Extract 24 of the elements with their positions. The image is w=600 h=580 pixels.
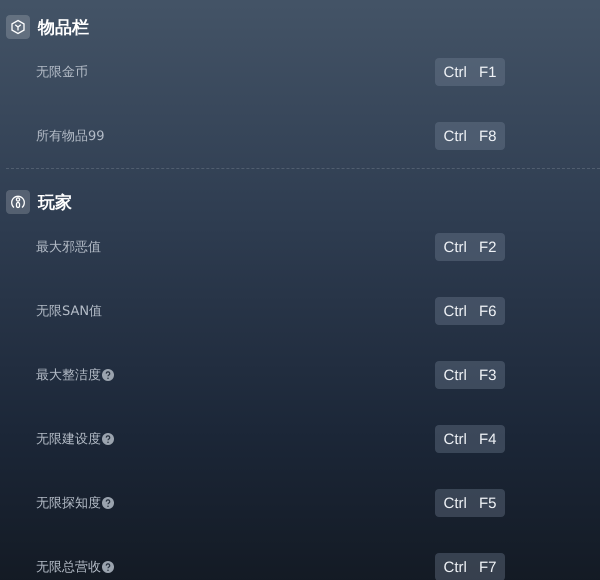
help-icon[interactable]	[102, 561, 114, 573]
help-icon[interactable]	[102, 369, 114, 381]
cube-icon	[10, 19, 26, 35]
hotkey-badge: Ctrl F5	[435, 489, 505, 517]
section-title: 物品栏	[38, 16, 89, 38]
option-label: 无限建设度	[36, 431, 101, 448]
option-label: 最大整洁度	[36, 367, 101, 384]
hotkey-badge: Ctrl F1	[435, 58, 505, 86]
hotkey-badge: Ctrl F8	[435, 122, 505, 150]
option-label: 无限金币	[36, 64, 88, 81]
option-label: 无限总营收	[36, 559, 101, 576]
option-label: 最大邪恶值	[36, 239, 101, 256]
help-icon[interactable]	[102, 497, 114, 509]
hotkey-badge: Ctrl F7	[435, 553, 505, 580]
option-label: 无限SAN值	[36, 303, 102, 320]
person-icon	[10, 194, 26, 210]
hotkey-badge: Ctrl F4	[435, 425, 505, 453]
hotkey-badge: Ctrl F2	[435, 233, 505, 261]
section-title: 玩家	[38, 192, 72, 214]
hotkey-badge: Ctrl F6	[435, 297, 505, 325]
hotkey-badge: Ctrl F3	[435, 361, 505, 389]
help-icon[interactable]	[102, 433, 114, 445]
option-label: 所有物品99	[36, 128, 105, 145]
option-label: 无限探知度	[36, 495, 101, 512]
